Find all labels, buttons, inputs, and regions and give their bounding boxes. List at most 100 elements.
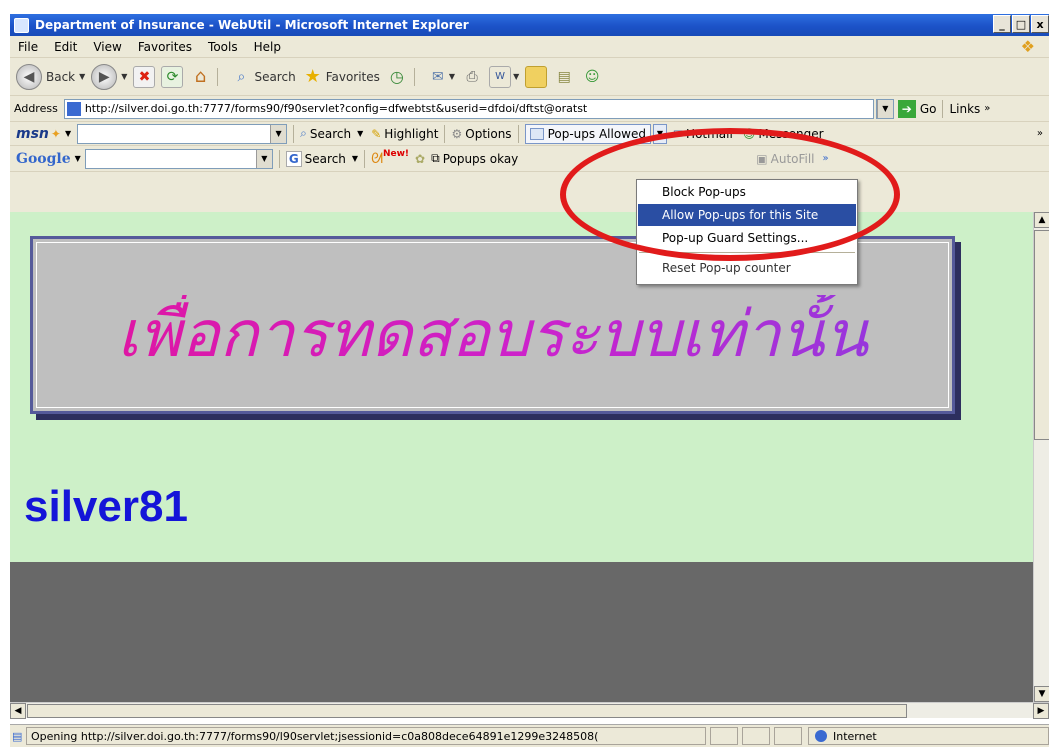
google-new-button[interactable]: ᘛ New! [371,149,409,167]
status-progress-cell [710,727,738,745]
server-name: silver81 [24,482,188,531]
toolbar-separator [413,67,415,86]
chevron-down-icon: ▼ [448,72,456,81]
pagerank-icon: ✿ [415,151,426,166]
standard-toolbar: ◀ Back ▼ ▶ ▼ ✖ ⟳ ⌂ ⌕ Search ★ Favorites … [10,58,1049,96]
search-button[interactable]: ⌕ Search [230,66,296,88]
menu-view[interactable]: View [93,40,121,54]
favorites-button[interactable]: ★ Favorites [302,66,380,88]
browser-chrome: File Edit View Favorites Tools Help ❖ ◀ … [10,36,1049,212]
menu-edit[interactable]: Edit [54,40,77,54]
status-cell [774,727,802,745]
menu-tools[interactable]: Tools [208,40,238,54]
menu-item-popup-guard-settings[interactable]: Pop-up Guard Settings... [638,227,856,249]
research-button[interactable]: ▤ [553,66,575,88]
mail-button[interactable]: ✉ ▼ [427,66,455,88]
menu-item-block-popups[interactable]: Block Pop-ups [638,181,856,203]
scroll-down-button[interactable]: ▼ [1034,686,1049,702]
popups-allowed-button[interactable]: Pop-ups Allowed [524,123,651,144]
autofill-button[interactable]: ▣ AutoFill [756,152,814,166]
history-button[interactable]: ◷ [386,66,408,88]
forward-button[interactable]: ▶ ▼ [91,63,127,90]
toolbar-separator [444,124,446,143]
go-arrow-icon: ➔ [897,99,916,118]
chevron-down-icon: ▼ [79,72,86,81]
home-button[interactable]: ⌂ [189,66,211,88]
menu-item-reset-popup-counter[interactable]: Reset Pop-up counter [638,257,856,279]
scroll-up-button[interactable]: ▲ [1034,212,1049,228]
msn-search-button[interactable]: ⌕ Search ▼ [300,126,363,141]
msn-logo[interactable]: msn [16,126,49,142]
chevron-down-icon: ▼ [255,149,272,168]
google-logo[interactable]: Google [16,151,71,167]
windows-logo-icon: ❖ [1020,37,1035,56]
window-title: Department of Insurance - WebUtil - Micr… [35,18,469,32]
home-icon: ⌂ [194,66,207,87]
toolbar-separator [278,149,280,168]
mail-icon: ✉ [432,68,444,85]
toolbar-separator [364,149,366,168]
status-bar: ▤ Opening http://silver.doi.go.th:7777/f… [10,724,1049,747]
chevron-down-icon: ▼ [64,129,72,138]
menu-help[interactable]: Help [254,40,281,54]
maximize-button[interactable]: □ [1012,15,1030,33]
menu-item-allow-popups-site[interactable]: Allow Pop-ups for this Site [638,204,856,226]
chevron-down-icon: ▼ [513,72,520,81]
vertical-scroll-thumb[interactable] [1034,230,1049,440]
msn-toolbar: msn ✦ ▼ ▼ ⌕ Search ▼ ✎ Highlight ⚙ Optio… [10,122,1049,146]
security-zone: Internet [808,727,1049,745]
hotmail-button[interactable]: ✉ Hotmail [673,127,733,141]
print-button[interactable]: ⎙ [461,66,483,88]
chevron-right-icon: » [984,103,991,114]
options-button[interactable]: ⚙ Options [451,127,511,141]
back-arrow-icon: ◀ [16,63,42,90]
window-controls: _ □ x [992,15,1049,33]
close-button[interactable]: x [1031,15,1049,33]
word-icon: W [489,65,512,88]
msn-search-input[interactable]: ▼ [77,123,288,144]
back-button[interactable]: ◀ Back ▼ [16,63,86,90]
go-button[interactable]: ➔ Go [897,99,936,118]
google-search-button[interactable]: G Search ▼ [285,150,358,167]
popups-dropdown-button[interactable]: ▼ [652,123,667,144]
window-titlebar: Department of Insurance - WebUtil - Micr… [10,14,1049,36]
stop-icon: ✖ [133,65,156,88]
forward-arrow-icon: ▶ [91,63,118,90]
highlight-button[interactable]: ✎ Highlight [371,127,438,141]
horizontal-scroll-thumb[interactable] [27,704,907,718]
applet-area[interactable] [10,562,1033,702]
menu-separator [639,252,855,253]
page-loading-icon: ▤ [12,729,23,743]
address-input[interactable]: http://silver.doi.go.th:7777/forms90/f90… [63,98,874,119]
refresh-icon: ⟳ [161,65,184,88]
toolbar-separator [517,124,519,143]
globe-icon [815,730,827,742]
vertical-scrollbar[interactable]: ▲ ▼ [1033,212,1049,702]
chevron-right-icon: » [1036,128,1043,139]
horizontal-scrollbar[interactable]: ◀ ▶ [10,702,1049,719]
folder-button[interactable] [525,65,548,88]
scroll-left-button[interactable]: ◀ [10,703,26,719]
popup-window-icon: ⧉ [431,151,440,165]
scroll-right-button[interactable]: ▶ [1033,703,1049,719]
options-icon: ⚙ [451,126,463,141]
messenger-button[interactable]: ☺ [581,66,603,88]
folder-icon [525,65,548,88]
stop-button[interactable]: ✖ [133,65,156,88]
google-search-input[interactable]: ▼ [84,148,273,169]
minimize-button[interactable]: _ [993,15,1011,33]
menu-favorites[interactable]: Favorites [138,40,192,54]
toolbar-separator [293,124,295,143]
links-button[interactable]: Links [949,102,980,116]
popup-window-icon [529,127,544,140]
status-text: Opening http://silver.doi.go.th:7777/for… [26,727,706,745]
chevron-down-icon: ▼ [74,154,81,163]
messenger-toolbar-button[interactable]: ☺ Messenger [743,127,824,141]
address-dropdown[interactable]: ▼ [875,98,894,119]
menu-file[interactable]: File [18,40,38,54]
edit-button[interactable]: W ▼ [489,65,520,88]
google-toolbar: Google ▼ ▼ G Search ▼ ᘛ New! ✿ ⧉ Popups … [10,146,1049,172]
popup-options-menu: Block Pop-ups Allow Pop-ups for this Sit… [636,179,858,285]
refresh-button[interactable]: ⟳ [161,65,184,88]
popups-okay-button[interactable]: ⧉ Popups okay [431,151,518,166]
